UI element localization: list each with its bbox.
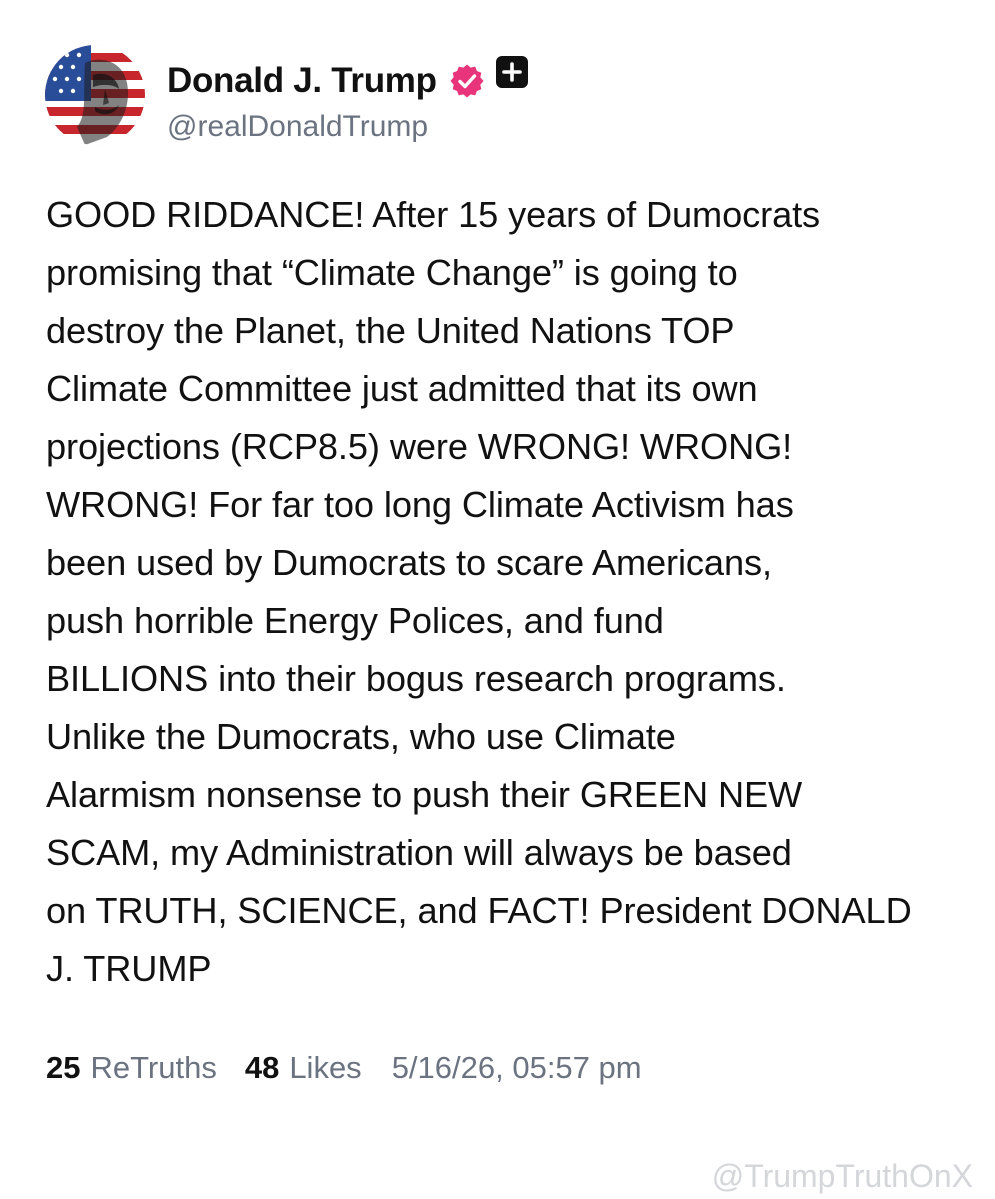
retruths-label: ReTruths [90,1050,217,1085]
watermark-text: @TrumpTruthOnX [711,1158,973,1194]
plus-square-icon[interactable] [495,55,529,89]
post-body-text: GOOD RIDDANCE! After 15 years of Dumocra… [46,194,912,989]
retruths-stat[interactable]: 25 ReTruths [46,1050,217,1086]
flag-face-avatar-icon [45,45,145,145]
author-display-name[interactable]: Donald J. Trump [167,61,437,101]
post-timestamp[interactable]: 5/16/26, 05:57 pm [392,1050,642,1086]
likes-stat[interactable]: 48 Likes [245,1050,362,1086]
author-name-row: Donald J. Trump [167,55,529,104]
post-card: Donald J. Trump @realDonaldTrump GOOD RI… [0,0,995,1199]
avatar[interactable] [45,45,145,145]
retruths-count: 25 [46,1050,81,1085]
post-stats-row: 25 ReTruths 48 Likes 5/16/26, 05:57 pm [46,1045,642,1091]
verified-badge-icon [449,63,485,99]
author-handle[interactable]: @realDonaldTrump [167,110,428,144]
likes-count: 48 [244,1050,280,1085]
likes-label: Likes [289,1050,362,1085]
